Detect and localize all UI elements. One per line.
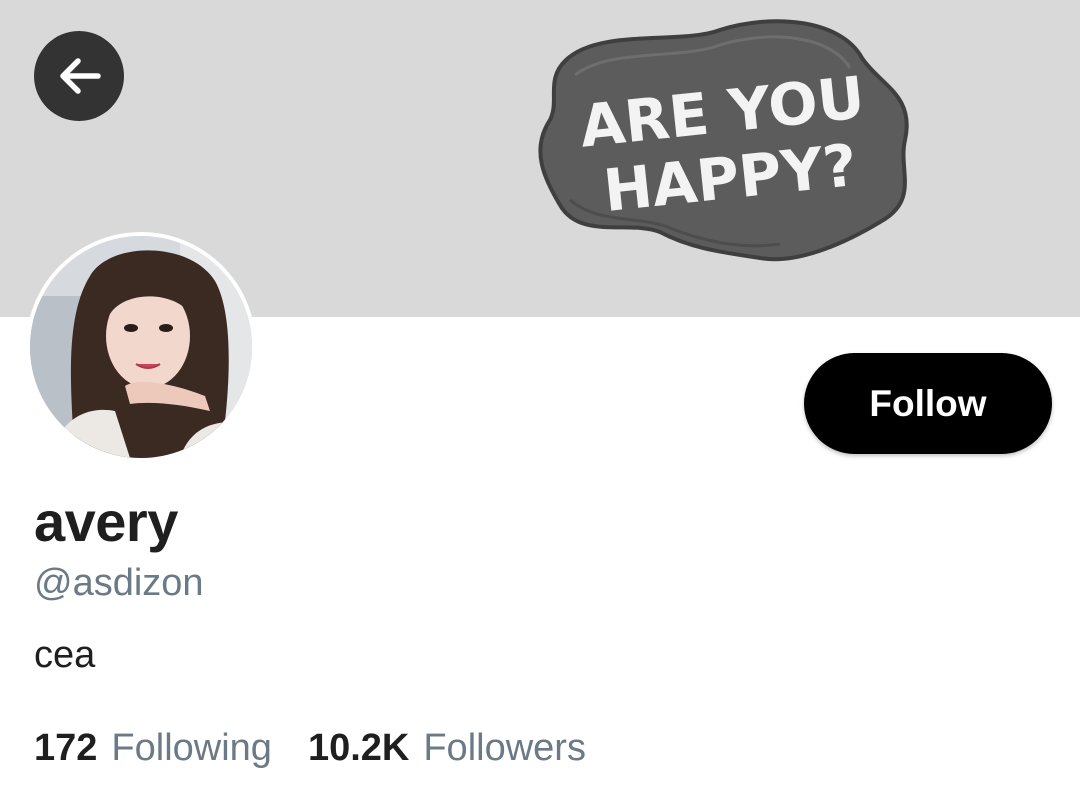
following-label: Following — [111, 727, 272, 769]
arrow-left-icon — [60, 58, 101, 94]
avatar[interactable] — [26, 232, 256, 462]
followers-label: Followers — [423, 727, 586, 769]
following-count: 172 — [34, 727, 98, 769]
profile-stats: 172 Following 10.2K Followers — [34, 724, 586, 772]
display-name: avery — [34, 490, 178, 553]
back-button[interactable] — [34, 31, 124, 121]
followers-count: 10.2K — [307, 727, 410, 769]
avatar-image — [30, 236, 252, 458]
following-stat[interactable]: 172 Following — [34, 724, 272, 772]
user-handle: @asdizon — [34, 562, 204, 604]
follow-button[interactable]: Follow — [804, 353, 1052, 454]
profile-page: ARE YOU HAPPY? Follow avery @asdizon cea… — [0, 0, 1080, 801]
bio: cea — [34, 634, 96, 676]
followers-stat[interactable]: 10.2K Followers — [308, 724, 586, 772]
